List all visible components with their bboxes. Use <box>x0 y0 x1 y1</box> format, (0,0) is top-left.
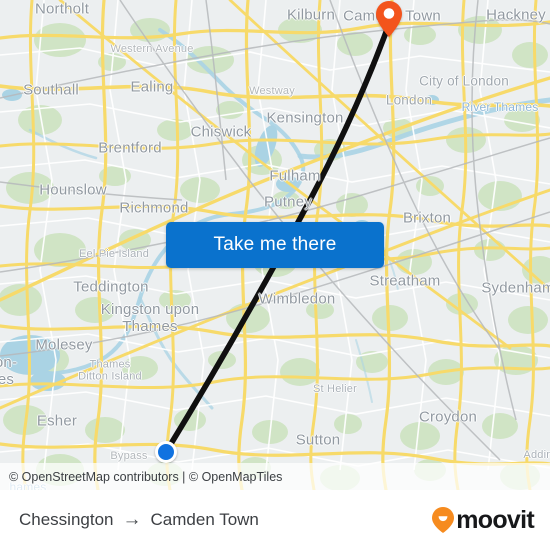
arrow-right-icon: → <box>122 508 142 530</box>
moovit-trip-map-screen: Northolt Kilburn Camden Town Hackney Western… <box>0 0 550 550</box>
map-canvas[interactable]: Northolt Kilburn Camden Town Hackney Western… <box>0 0 550 490</box>
take-me-there-button[interactable]: Take me there <box>166 222 384 268</box>
origin-marker[interactable] <box>155 441 177 463</box>
map-view[interactable]: Northolt Kilburn Camden Town Hackney Western… <box>0 0 550 490</box>
route-summary: Chessington → Camden Town <box>19 510 259 530</box>
moovit-wordmark: moovit <box>456 505 534 534</box>
footer-bar: Chessington → Camden Town moovit <box>0 490 550 550</box>
map-attribution: © OpenStreetMap contributors | © OpenMap… <box>0 463 550 490</box>
route-origin-label: Chessington <box>19 510 114 529</box>
route-destination-label: Camden Town <box>150 510 259 529</box>
moovit-pin-icon <box>432 507 455 533</box>
moovit-logo[interactable]: moovit <box>432 505 535 534</box>
destination-marker[interactable] <box>376 1 402 37</box>
